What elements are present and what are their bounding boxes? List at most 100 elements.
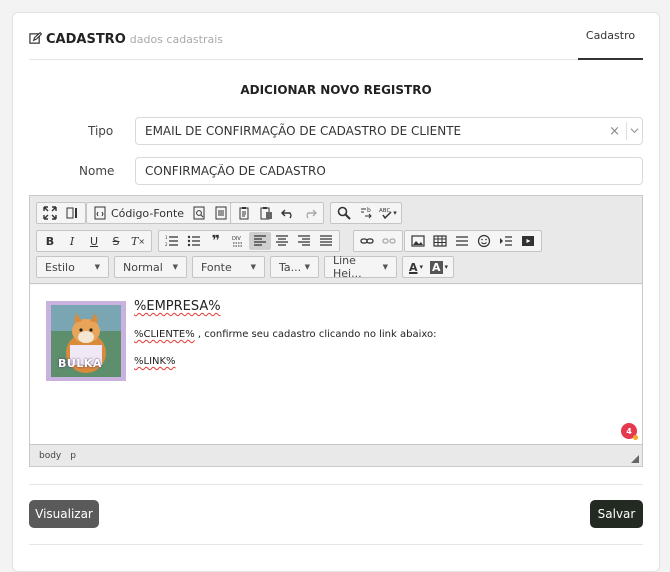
unlink-icon [382,238,396,244]
strike-button[interactable]: S [105,232,127,250]
size-combo-caret: ▼ [304,263,310,271]
link-button[interactable] [356,232,378,250]
font-combo[interactable]: Fonte ▼ [192,256,265,278]
replace-button[interactable]: b [355,204,377,222]
preview-submit-button[interactable]: Visualizar [29,500,99,528]
line-height-combo[interactable]: Line Hei... ▼ [324,254,397,280]
bg-color-button[interactable]: A ▾ [427,258,451,276]
numbered-list-button[interactable]: 12 [161,232,183,250]
tab-cadastro[interactable]: Cadastro [578,13,643,60]
svg-text:1: 1 [165,235,168,240]
chevron-down-icon[interactable] [630,126,639,135]
format-combo[interactable]: Normal ▼ [114,256,187,278]
toolbar-group-insert [404,230,542,252]
format-combo-label: Normal [123,260,163,274]
toolbar-group-document: Código-Fonte [86,202,236,224]
search-icon [337,206,351,220]
svg-text:DIV: DIV [232,236,241,242]
clear-icon[interactable]: × [609,124,620,139]
bold-button[interactable]: B [39,232,61,250]
header-title-group: CADASTRO dados cadastrais [29,30,223,47]
resize-handle-icon[interactable] [631,455,639,463]
size-combo-label: Ta... [279,260,302,274]
source-button-label: Código-Fonte [111,206,185,220]
spellcheck-button[interactable]: ABC ▾ [377,204,399,222]
email-logo-image[interactable]: BULKA [46,301,126,381]
page-title: CADASTRO [46,32,126,47]
bulleted-list-button[interactable] [183,232,205,250]
path-body[interactable]: body [39,451,61,461]
text-color-button[interactable]: A ▾ [405,258,427,276]
remove-format-button[interactable]: T × [127,232,149,250]
link-icon [360,238,374,244]
undo-button[interactable] [277,204,299,222]
templates-button[interactable] [210,204,232,222]
templates-icon [215,206,227,220]
image-button[interactable] [407,232,429,250]
underline-button[interactable]: U [83,232,105,250]
page-break-button[interactable] [495,232,517,250]
numbered-list-icon: 12 [165,235,178,247]
badge-status-dot [633,435,638,440]
table-icon [433,235,447,247]
bg-color-caret: ▾ [444,263,449,271]
spellcheck-icon: ABC [379,208,392,220]
image-caption: BULKA [58,357,102,370]
tipo-select[interactable]: EMAIL DE CONFIRMAÇÃO DE CADASTRO DE CLIE… [135,117,643,145]
italic-button[interactable]: I [61,232,83,250]
nome-input[interactable] [145,164,633,178]
paste-word-button[interactable] [255,204,277,222]
rich-text-editor: Código-Fonte b ABC ▾ B I U S T × 1 2 ❞ D… [29,195,643,467]
smiley-button[interactable] [473,232,495,250]
text-color-caret: ▾ [419,263,424,271]
align-center-button[interactable] [271,232,293,250]
maximize-icon [43,206,57,220]
toolbar-group-basicstyles: B I U S T × [36,230,152,252]
spellcheck-caret: ▾ [393,209,397,217]
source-button[interactable]: Código-Fonte [89,204,188,222]
redo-button[interactable] [299,204,321,222]
font-combo-caret: ▼ [250,263,256,271]
youtube-icon [522,236,534,246]
preview-icon [193,206,205,220]
main-card: CADASTRO dados cadastrais Cadastro ADICI… [12,12,660,572]
nome-label: Nome [79,164,115,178]
image-icon [411,235,425,247]
tipo-select-value: EMAIL DE CONFIRMAÇÃO DE CADASTRO DE CLIE… [145,124,462,138]
client-token: %CLIENTE% [134,329,195,340]
align-left-button[interactable] [249,232,271,250]
tipo-label: Tipo [88,124,114,138]
nome-field[interactable] [135,157,643,185]
style-combo[interactable]: Estilo ▼ [36,256,109,278]
svg-text:2: 2 [165,242,168,247]
style-combo-label: Estilo [45,260,75,274]
unlink-button[interactable] [378,232,400,250]
toolbar-group-colors: A ▾ A ▾ [402,256,455,278]
table-button[interactable] [429,232,451,250]
undo-icon [281,209,292,219]
line-height-combo-label: Line Hei... [333,254,362,280]
find-button[interactable] [333,204,355,222]
maximize-button[interactable] [39,204,61,222]
horizontal-rule-button[interactable] [451,232,473,250]
editor-content[interactable]: BULKA %EMPRESA% %CLIENTE% , confirme seu… [30,285,642,445]
editor-statusbar: body p [30,444,642,466]
preview-button[interactable] [188,204,210,222]
card-header: CADASTRO dados cadastrais Cadastro [29,13,643,60]
redo-icon [306,209,317,219]
text-color-icon: A [408,260,418,274]
align-right-icon [298,235,310,246]
size-combo[interactable]: Ta... ▼ [270,256,319,278]
align-right-button[interactable] [293,232,315,250]
show-blocks-button[interactable] [61,204,83,222]
youtube-button[interactable] [517,232,539,250]
save-button[interactable]: Salvar [590,500,643,528]
align-justify-button[interactable] [315,232,337,250]
path-p[interactable]: p [70,451,76,461]
horizontal-rule-icon [456,236,468,246]
creatediv-button[interactable]: DIV [227,232,249,250]
paste-text-button[interactable] [233,204,255,222]
edit-icon [29,32,42,44]
bulleted-list-icon [187,235,200,247]
blockquote-button[interactable]: ❞ [205,232,227,250]
